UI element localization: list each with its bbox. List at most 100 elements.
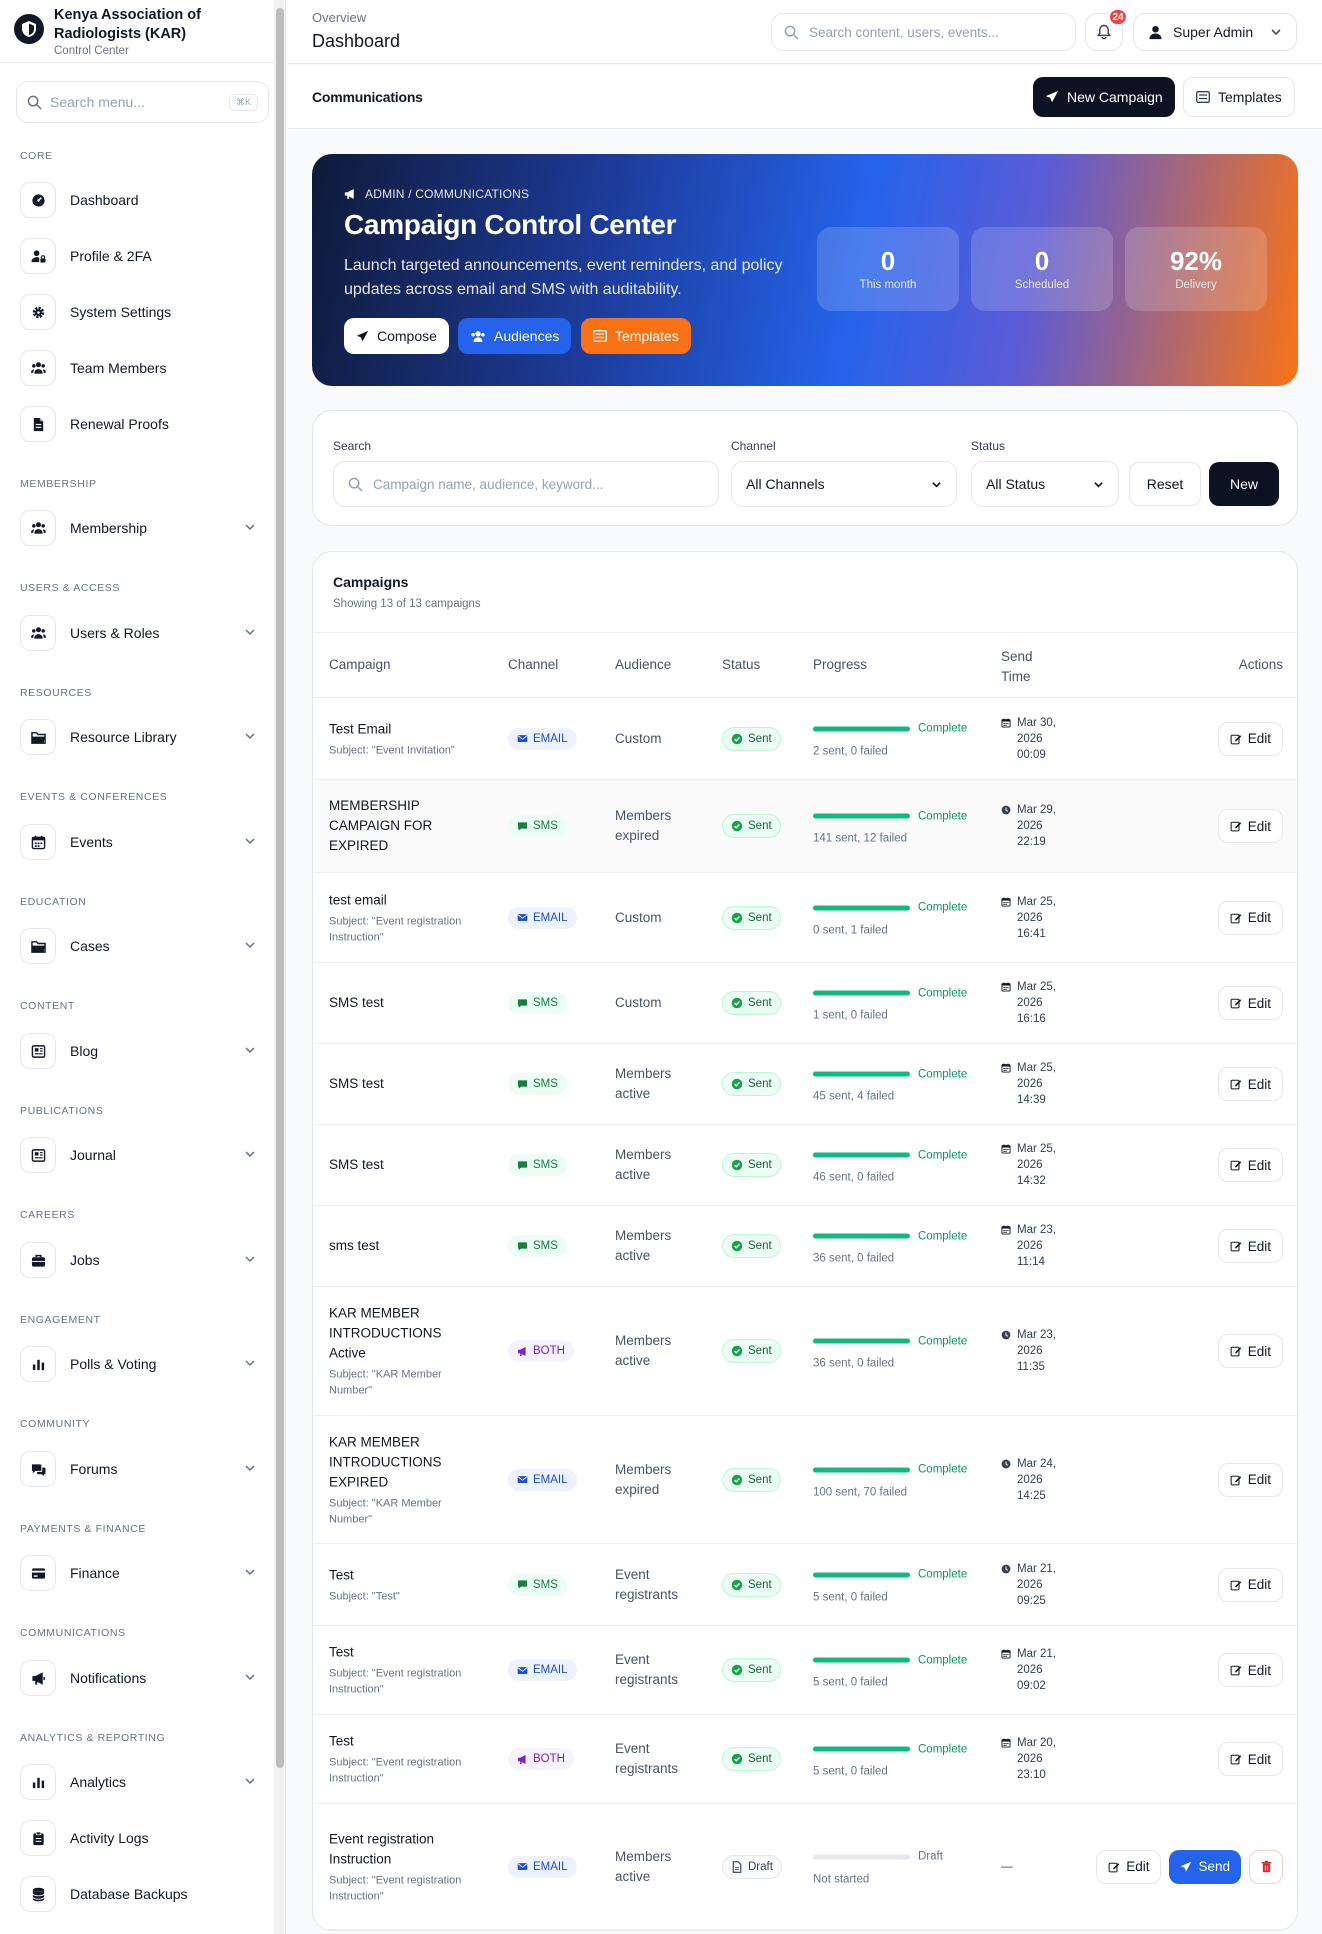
edit-button[interactable]: Edit — [1217, 1067, 1283, 1101]
table-row[interactable]: SMS test SMS Custom Sent Complete 1 sent, 0 f… — [313, 963, 1297, 1044]
edit-button[interactable]: Edit — [1217, 1462, 1283, 1497]
templates-button[interactable]: Templates — [1183, 77, 1295, 117]
audiences-button[interactable]: Audiences — [458, 318, 572, 354]
table-row[interactable]: MEMBERSHIP CAMPAIGN FOR EXPIRED SMS Member… — [313, 780, 1297, 873]
table-row[interactable]: Test Subject: "Event registration Instruc… — [313, 1715, 1297, 1804]
status-select[interactable]: All Status — [971, 461, 1119, 507]
campaign-name[interactable]: SMS test — [329, 1155, 479, 1175]
column-header-progress[interactable]: Progress — [813, 657, 867, 672]
channel-label: SMS — [533, 1578, 558, 1591]
sidebar-item-forums[interactable]: Forums — [20, 1449, 256, 1489]
sidebar-item-cases[interactable]: Cases — [20, 926, 256, 966]
calendar-icon — [1001, 1738, 1011, 1748]
sidebar-item-jobs[interactable]: Jobs — [20, 1240, 256, 1280]
sidebar-item-finance[interactable]: Finance — [20, 1553, 256, 1593]
table-row[interactable]: Event registration Instruction Subject: "… — [313, 1804, 1297, 1930]
sidebar-section-engagement: ENGAGEMENT — [20, 1314, 101, 1326]
sidebar-item-blog[interactable]: Blog — [20, 1031, 256, 1071]
chevron-down-icon — [244, 1147, 256, 1163]
sidebar-section-events-and-conferences: EVENTS & CONFERENCES — [20, 791, 168, 803]
edit-button[interactable]: Edit — [1217, 721, 1283, 756]
breadcrumb[interactable]: Overview — [312, 10, 366, 25]
campaign-name[interactable]: KAR MEMBER INTRODUCTIONS Active — [329, 1304, 479, 1364]
sidebar-item-notifications[interactable]: Notifications — [20, 1658, 256, 1698]
progress-bar — [813, 1233, 910, 1239]
sidebar-item-polls-and-voting[interactable]: Polls & Voting — [20, 1344, 256, 1384]
sidebar-item-analytics[interactable]: Analytics — [20, 1762, 256, 1802]
new-campaign-button[interactable]: New Campaign — [1033, 77, 1175, 117]
column-header-status[interactable]: Status — [722, 657, 760, 672]
sidebar-item-team-members[interactable]: Team Members — [20, 348, 256, 388]
global-search-input[interactable]: Search content, users, events... — [771, 13, 1076, 51]
table-row[interactable]: KAR MEMBER INTRODUCTIONS Active Subject: … — [313, 1287, 1297, 1416]
user-menu-button[interactable]: Super Admin — [1133, 13, 1297, 51]
column-header-send-time[interactable]: Send Time — [1001, 647, 1041, 687]
reset-button[interactable]: Reset — [1129, 462, 1201, 506]
edit-button[interactable]: Edit — [1217, 1742, 1283, 1776]
sidebar-item-dashboard[interactable]: Dashboard — [20, 180, 256, 220]
delete-button[interactable] — [1249, 1849, 1283, 1884]
notifications-button[interactable]: 24 — [1085, 8, 1128, 51]
sidebar-item-events[interactable]: Events — [20, 822, 256, 862]
brand[interactable]: Kenya Association of Radiologists (KAR) … — [0, 0, 285, 63]
campaign-name[interactable]: Test — [329, 1565, 479, 1585]
campaign-name[interactable]: SMS test — [329, 1074, 479, 1094]
edit-button[interactable]: Edit — [1217, 1653, 1283, 1687]
campaign-name[interactable]: sms test — [329, 1236, 479, 1256]
edit-button[interactable]: Edit — [1217, 1148, 1283, 1182]
new-button[interactable]: New — [1209, 462, 1279, 506]
campaign-name[interactable]: Test — [329, 1643, 479, 1663]
edit-button[interactable]: Edit — [1217, 900, 1283, 935]
table-row[interactable]: KAR MEMBER INTRODUCTIONS EXPIRED Subject:… — [313, 1416, 1297, 1544]
sidebar-item-renewal-proofs[interactable]: Renewal Proofs — [20, 404, 256, 444]
table-row[interactable]: test email Subject: "Event registration I… — [313, 873, 1297, 963]
campaign-name[interactable]: SMS test — [329, 993, 479, 1013]
send-button[interactable]: Send — [1169, 1849, 1241, 1884]
sidebar-scrollbar-thumb[interactable] — [276, 8, 284, 1768]
campaign-cell: MEMBERSHIP CAMPAIGN FOR EXPIRED — [329, 796, 479, 856]
sidebar-item-database-backups[interactable]: Database Backups — [20, 1874, 256, 1914]
edit-button[interactable]: Edit — [1217, 1229, 1283, 1263]
sidebar-item-activity-logs[interactable]: Activity Logs — [20, 1818, 256, 1858]
campaign-name[interactable]: Test — [329, 1732, 479, 1752]
campaign-name[interactable]: Test Email — [329, 719, 479, 739]
edit-button[interactable]: Edit — [1217, 986, 1283, 1020]
sidebar-item-system-settings[interactable]: System Settings — [20, 292, 256, 332]
table-row[interactable]: SMS test SMS Members active Sent Complete 46 … — [313, 1125, 1297, 1206]
table-row[interactable]: Test Email Subject: "Event Invitation" EMA… — [313, 698, 1297, 780]
edit-button[interactable]: Edit — [1096, 1849, 1162, 1884]
table-row[interactable]: Test Subject: "Event registration Instruc… — [313, 1626, 1297, 1715]
sidebar-item-profile-and-2fa[interactable]: Profile & 2FA — [20, 236, 256, 276]
sidebar-search-input[interactable]: Search menu... ⌘K — [16, 81, 269, 123]
column-header-audience[interactable]: Audience — [615, 657, 671, 672]
bar-chart-icon — [32, 1777, 44, 1788]
table-row[interactable]: sms test SMS Members active Sent Complete 36 … — [313, 1206, 1297, 1287]
column-header-channel[interactable]: Channel — [508, 657, 558, 672]
table-row[interactable]: SMS test SMS Members active Sent Complete 45 … — [313, 1044, 1297, 1125]
progress-cell: Complete 5 sent, 0 failed — [813, 1566, 983, 1603]
campaign-name[interactable]: MEMBERSHIP CAMPAIGN FOR EXPIRED — [329, 796, 479, 856]
calendar-icon — [1001, 1225, 1011, 1235]
audience-cell: Members active — [615, 1333, 672, 1368]
edit-button[interactable]: Edit — [1217, 1334, 1283, 1368]
campaign-name[interactable]: test email — [329, 890, 479, 910]
sidebar-item-resource-library[interactable]: Resource Library — [20, 717, 256, 757]
sidebar-item-journal[interactable]: Journal — [20, 1135, 256, 1175]
table-row[interactable]: Test Subject: "Test" SMS Event registrants S… — [313, 1544, 1297, 1626]
users-icon — [471, 330, 485, 342]
campaign-hero: ADMIN / COMMUNICATIONS Campaign Control … — [312, 154, 1298, 386]
sidebar-item-membership[interactable]: Membership — [20, 508, 256, 548]
hero-templates-button[interactable]: Templates — [581, 318, 691, 354]
campaign-name[interactable]: Event registration Instruction — [329, 1829, 479, 1869]
channel-select[interactable]: All Channels — [731, 461, 957, 507]
campaign-name[interactable]: KAR MEMBER INTRODUCTIONS EXPIRED — [329, 1432, 479, 1492]
sidebar-item-users-and-roles[interactable]: Users & Roles — [20, 613, 256, 653]
compose-button[interactable]: Compose — [344, 318, 449, 354]
edit-button[interactable]: Edit — [1217, 809, 1283, 843]
edit-button[interactable]: Edit — [1217, 1567, 1283, 1602]
campaign-subject: Subject: "Event registration Instruction… — [329, 915, 462, 943]
sidebar-icon-box — [20, 1242, 56, 1278]
sidebar-search-placeholder: Search menu... — [50, 94, 145, 110]
campaign-search-input[interactable]: Campaign name, audience, keyword... — [333, 461, 719, 507]
column-header-campaign[interactable]: Campaign — [329, 657, 391, 672]
